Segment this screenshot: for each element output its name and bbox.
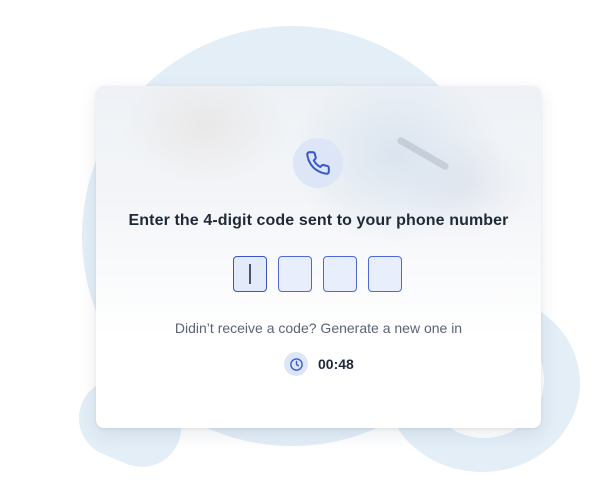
code-digit-input-1[interactable] bbox=[233, 256, 267, 292]
code-digit-input-4[interactable] bbox=[368, 256, 402, 292]
code-digit-input-3[interactable] bbox=[323, 256, 357, 292]
code-digit-input-2[interactable] bbox=[278, 256, 312, 292]
verification-card: Enter the 4-digit code sent to your phon… bbox=[96, 86, 541, 428]
countdown-value: 00:48 bbox=[318, 356, 354, 372]
page-title: Enter the 4-digit code sent to your phon… bbox=[128, 212, 509, 229]
text-cursor bbox=[249, 264, 251, 284]
resend-timer: 00:48 bbox=[284, 352, 354, 376]
phone-icon bbox=[293, 138, 343, 188]
code-input-group bbox=[233, 256, 405, 294]
verification-screen: Enter the 4-digit code sent to your phon… bbox=[0, 0, 600, 500]
clock-icon bbox=[284, 352, 308, 376]
resend-message: Didin’t receive a code? Generate a new o… bbox=[174, 320, 463, 336]
